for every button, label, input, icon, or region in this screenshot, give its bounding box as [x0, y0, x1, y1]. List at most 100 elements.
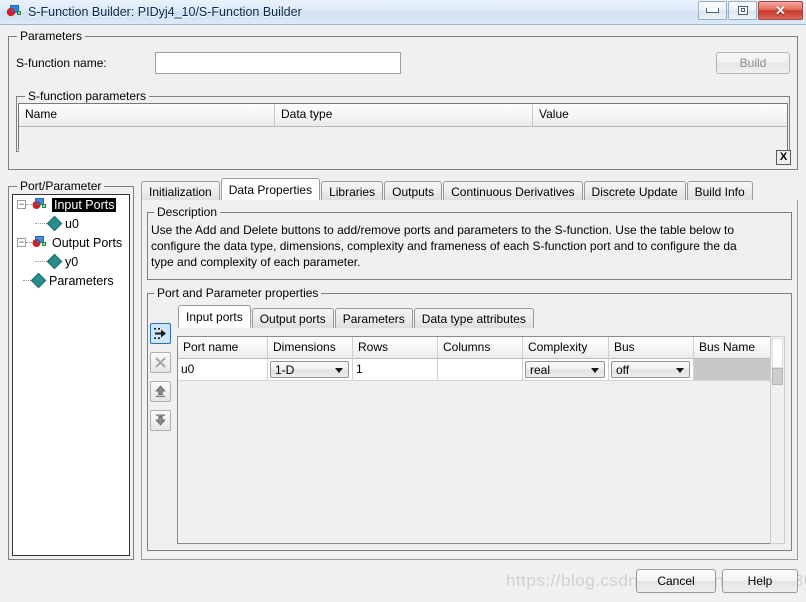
- sfunction-parameters-table[interactable]: Name Data type Value: [18, 103, 788, 153]
- table-row[interactable]: u0 1-D 1 real off: [178, 359, 782, 381]
- column-header-rows[interactable]: Rows: [353, 337, 438, 357]
- column-header-name: Name: [19, 104, 275, 126]
- chevron-down-icon: [676, 368, 684, 373]
- arrow-up-icon: [155, 385, 166, 398]
- tab-label: Output ports: [259, 311, 326, 326]
- column-header-dimensions[interactable]: Dimensions: [268, 337, 353, 357]
- arrow-down-icon: [155, 414, 166, 426]
- dimensions-dropdown[interactable]: 1-D: [270, 361, 349, 378]
- build-button[interactable]: Build: [716, 52, 790, 74]
- simulink-block-icon: [6, 4, 22, 20]
- expander-icon[interactable]: −: [17, 238, 26, 247]
- add-port-icon: [153, 327, 168, 340]
- move-down-button[interactable]: [150, 410, 171, 431]
- tree-item-y0[interactable]: y0: [13, 252, 129, 271]
- table-header-row: Port name Dimensions Rows Columns Comple…: [178, 337, 782, 359]
- tree-item-label: Parameters: [49, 273, 114, 288]
- port-parameter-tree[interactable]: − Input Ports u0 − Output Ports y0 Param…: [12, 194, 130, 556]
- bus-value: off: [616, 362, 630, 377]
- title-bar: S-Function Builder: PIDyj4_10/S-Function…: [0, 0, 806, 25]
- scrollbar-track-top: [772, 338, 783, 368]
- tab-label: Parameters: [342, 311, 405, 326]
- delete-x-icon: [155, 357, 166, 368]
- help-button[interactable]: Help: [722, 569, 798, 593]
- delete-port-button[interactable]: [150, 352, 171, 373]
- column-header-bus[interactable]: Bus: [609, 337, 694, 357]
- tree-item-parameters[interactable]: Parameters: [13, 271, 129, 290]
- minimize-icon: [706, 8, 719, 13]
- cell-complexity[interactable]: real: [523, 359, 609, 380]
- column-header-bus-name[interactable]: Bus Name: [694, 337, 782, 357]
- tree-item-output-ports[interactable]: − Output Ports: [13, 233, 129, 252]
- window-title: S-Function Builder: PIDyj4_10/S-Function…: [28, 5, 302, 19]
- diamond-icon: [30, 272, 47, 289]
- description-line-1: Use the Add and Delete buttons to add/re…: [151, 223, 735, 237]
- window-controls: ✕: [697, 1, 803, 20]
- tab-outputs[interactable]: Outputs: [384, 181, 443, 201]
- tab-build-info[interactable]: Build Info: [686, 181, 753, 201]
- tab-data-type-attributes[interactable]: Data type attributes: [413, 308, 534, 328]
- table-scrollbar[interactable]: [770, 336, 785, 544]
- column-header-columns[interactable]: Columns: [438, 337, 523, 357]
- port-properties-tab-strip: Input ports Output ports Parameters Data…: [178, 305, 535, 328]
- diamond-icon: [46, 215, 63, 232]
- input-ports-table[interactable]: Port name Dimensions Rows Columns Comple…: [177, 336, 783, 544]
- column-header-datatype: Data type: [275, 104, 533, 126]
- chevron-down-icon: [591, 368, 599, 373]
- tree-item-label: Input Ports: [52, 197, 117, 212]
- cancel-button[interactable]: Cancel: [636, 569, 716, 593]
- close-button[interactable]: ✕: [758, 1, 803, 20]
- tab-label: Input ports: [186, 309, 243, 324]
- column-header-complexity[interactable]: Complexity: [523, 337, 609, 357]
- tree-item-u0[interactable]: u0: [13, 214, 129, 233]
- tree-item-input-ports[interactable]: − Input Ports: [13, 195, 129, 214]
- tab-data-properties[interactable]: Data Properties: [220, 178, 321, 201]
- close-x-icon: X: [779, 151, 788, 163]
- tab-label: Data Properties: [228, 182, 313, 197]
- dimensions-value: 1-D: [275, 362, 295, 377]
- tab-initialization[interactable]: Initialization: [141, 181, 220, 201]
- column-header-port-name[interactable]: Port name: [178, 337, 268, 357]
- main-tab-strip: Initialization Data Properties Libraries…: [141, 178, 754, 201]
- description-line-2: configure the data type, dimensions, com…: [151, 239, 737, 253]
- tab-input-ports[interactable]: Input ports: [178, 305, 251, 328]
- tab-label: Libraries: [329, 184, 376, 199]
- tab-label: Data type attributes: [421, 311, 526, 326]
- add-port-button[interactable]: [150, 323, 171, 344]
- expander-icon[interactable]: −: [17, 200, 26, 209]
- tree-item-label: u0: [65, 216, 79, 231]
- scrollbar-thumb[interactable]: [772, 368, 783, 385]
- cell-dimensions[interactable]: 1-D: [268, 359, 353, 380]
- tab-label: Build Info: [694, 184, 745, 199]
- port-block-icon: [32, 235, 47, 250]
- complexity-dropdown[interactable]: real: [525, 361, 605, 378]
- cell-rows[interactable]: 1: [353, 359, 438, 380]
- sfunction-name-label: S-function name:: [16, 56, 107, 70]
- tab-label: Outputs: [392, 184, 435, 199]
- cancel-button-label: Cancel: [657, 574, 695, 588]
- restore-button[interactable]: [728, 1, 757, 20]
- table-body: [19, 127, 787, 153]
- cell-bus[interactable]: off: [609, 359, 694, 380]
- chevron-down-icon: [335, 368, 343, 373]
- cell-port-name[interactable]: u0: [178, 359, 268, 380]
- port-block-icon: [32, 197, 47, 212]
- sfunction-name-input[interactable]: [155, 52, 401, 74]
- remove-parameter-button[interactable]: X: [776, 150, 791, 165]
- tab-output-ports[interactable]: Output ports: [251, 308, 334, 328]
- column-header-value: Value: [539, 107, 569, 121]
- restore-icon: [737, 6, 748, 15]
- build-button-label: Build: [739, 56, 767, 70]
- tab-label: Initialization: [149, 184, 212, 199]
- parameters-group-label: Parameters: [17, 29, 86, 43]
- move-up-button[interactable]: [150, 381, 171, 402]
- bus-dropdown[interactable]: off: [611, 361, 690, 378]
- tab-libraries[interactable]: Libraries: [321, 181, 384, 201]
- tab-continuous-derivatives[interactable]: Continuous Derivatives: [443, 181, 583, 201]
- minimize-button[interactable]: [698, 1, 727, 20]
- help-button-label: Help: [747, 574, 773, 588]
- tab-discrete-update[interactable]: Discrete Update: [583, 181, 686, 201]
- table-empty-area: [178, 381, 782, 543]
- tab-parameters[interactable]: Parameters: [334, 308, 413, 328]
- cell-columns[interactable]: [438, 359, 523, 380]
